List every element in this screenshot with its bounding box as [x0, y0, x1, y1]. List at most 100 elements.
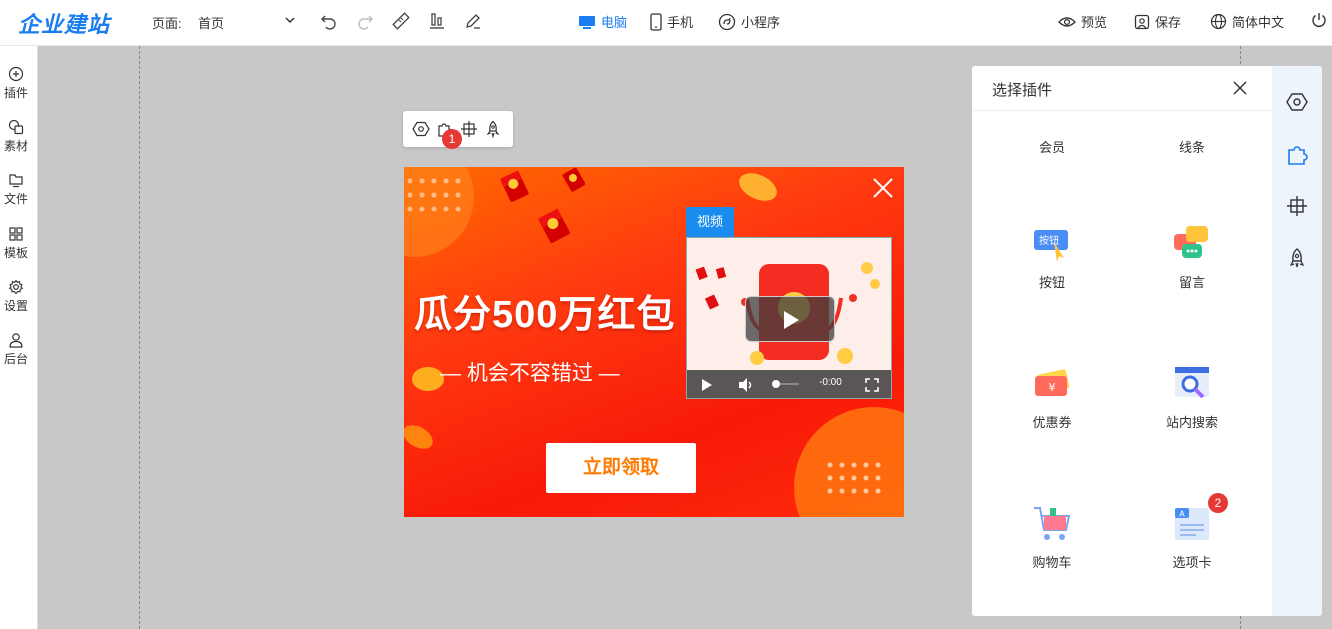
sidebar-item-files[interactable]: 文件: [0, 172, 32, 207]
language-select[interactable]: 简体中文: [1210, 12, 1284, 31]
rocket-icon[interactable]: [484, 120, 502, 138]
sidebar-item-backend[interactable]: 后台: [0, 332, 32, 367]
device-miniprogram-label: 小程序: [741, 15, 781, 30]
banner-subtitle: — 机会不容错过 —: [440, 362, 620, 385]
video-time: -0:00: [819, 377, 842, 388]
plugin-label: 线条: [1178, 140, 1205, 155]
sidebar-item-label: 模板: [3, 246, 28, 260]
gear-icon: [8, 279, 24, 295]
plugin-message[interactable]: 留言: [1132, 224, 1252, 291]
sidebar-item-label: 后台: [3, 352, 28, 366]
volume-icon[interactable]: [737, 377, 755, 393]
notification-badge: 2: [1208, 493, 1228, 513]
coupon-plugin-icon: ¥: [1032, 364, 1072, 404]
message-plugin-icon: [1172, 224, 1212, 264]
plugin-label: 站内搜索: [1165, 415, 1218, 430]
plugin-label: 会员: [1038, 140, 1065, 155]
promo-banner[interactable]: 瓜分500万红包 — 机会不容错过 — 立即领取 视频 -0:00: [404, 167, 904, 517]
video-controls: -0:00: [687, 370, 891, 398]
button-plugin-icon-text: 按钮: [1039, 236, 1059, 247]
plugin-label: 按钮: [1038, 275, 1065, 290]
plugin-button[interactable]: 按钮 按钮: [992, 224, 1112, 291]
save-button[interactable]: 保存: [1134, 12, 1181, 31]
sidebar-item-label: 素材: [3, 139, 28, 153]
chevron-down-icon[interactable]: [282, 12, 298, 28]
left-sidebar: 插件 素材 文件 模板 设置 后台: [0, 46, 38, 629]
plugin-site-search[interactable]: 站内搜索: [1132, 364, 1252, 431]
close-icon[interactable]: [1232, 80, 1248, 96]
panel-header: 选择插件: [972, 66, 1272, 111]
redo-icon[interactable]: [355, 11, 375, 31]
play-icon[interactable]: [701, 378, 713, 392]
language-label: 简体中文: [1232, 15, 1285, 30]
device-mobile-tab[interactable]: 手机: [650, 12, 693, 31]
sidebar-item-templates[interactable]: 模板: [0, 226, 32, 261]
plugin-cart[interactable]: 购物车: [992, 504, 1112, 571]
plus-circle-icon: [8, 66, 24, 82]
plugin-label: 选项卡: [1172, 555, 1212, 570]
svg-text:¥: ¥: [1049, 381, 1056, 394]
sidebar-item-settings[interactable]: 设置: [0, 279, 32, 314]
preview-label: 预览: [1081, 15, 1108, 30]
plugin-panel: 选择插件 会员 线条 按钮 按钮 留言 ¥ 优惠券 站内搜索 购物车 A 选项卡…: [972, 66, 1272, 616]
edit-icon[interactable]: [463, 11, 483, 31]
notification-badge: 1: [442, 129, 462, 149]
search-plugin-icon: [1172, 364, 1212, 404]
move-icon[interactable]: [1286, 195, 1308, 217]
user-icon: [9, 333, 23, 348]
plugin-member[interactable]: 会员: [992, 137, 1112, 156]
miniprogram-icon: [718, 13, 736, 30]
panel-side-tabs: [1272, 66, 1322, 616]
plugin-coupon[interactable]: ¥ 优惠券: [992, 364, 1112, 431]
plugin-label: 优惠券: [1032, 415, 1072, 430]
claim-button[interactable]: 立即领取: [546, 443, 696, 493]
align-bottom-icon[interactable]: [427, 11, 447, 31]
cart-plugin-icon: [1032, 504, 1072, 544]
device-desktop-tab[interactable]: 电脑: [578, 12, 627, 31]
mobile-icon: [650, 12, 662, 31]
device-mobile-label: 手机: [667, 15, 694, 30]
close-icon[interactable]: [870, 175, 896, 201]
device-miniprogram-tab[interactable]: 小程序: [718, 12, 780, 31]
sidebar-item-label: 设置: [3, 299, 28, 313]
rocket-icon[interactable]: [1286, 247, 1308, 269]
app-logo[interactable]: 企业建站: [18, 7, 110, 39]
sidebar-item-material[interactable]: 素材: [0, 119, 32, 154]
undo-icon[interactable]: [319, 11, 339, 31]
sidebar-item-label: 插件: [3, 86, 28, 100]
tabs-plugin-icon: A: [1172, 504, 1212, 544]
desktop-icon: [579, 15, 595, 29]
hexagon-icon[interactable]: [412, 120, 430, 138]
element-toolbar: 1: [403, 111, 513, 149]
progress-handle[interactable]: [772, 380, 780, 388]
sidebar-item-label: 文件: [3, 192, 28, 206]
plugin-label: 购物车: [1032, 555, 1072, 570]
banner-title: 瓜分500万红包: [414, 294, 676, 336]
preview-button[interactable]: 预览: [1058, 12, 1107, 31]
guide-line-left: [139, 46, 140, 629]
hexagon-icon[interactable]: [1286, 91, 1308, 113]
fullscreen-icon[interactable]: [865, 378, 879, 392]
move-icon[interactable]: [460, 120, 478, 138]
plugin-line[interactable]: 线条: [1132, 137, 1252, 156]
top-bar: 企业建站 页面: 首页 电脑 手机 小程序 预览 保存 简体中文: [0, 0, 1332, 46]
power-icon[interactable]: [1310, 11, 1328, 29]
play-icon: [784, 311, 799, 329]
video-tag: 视频: [686, 207, 734, 237]
sidebar-item-plugins[interactable]: 插件: [0, 66, 32, 101]
plugin-tabs[interactable]: A 选项卡: [1132, 504, 1252, 571]
puzzle-icon[interactable]: [1286, 142, 1310, 166]
ruler-icon[interactable]: [391, 11, 411, 31]
save-icon: [1134, 14, 1150, 29]
globe-icon: [1210, 13, 1227, 30]
svg-text:A: A: [1179, 510, 1185, 519]
save-label: 保存: [1155, 15, 1182, 30]
grid-icon: [9, 227, 23, 241]
video-player[interactable]: -0:00: [686, 237, 892, 399]
page-label: 页面:: [152, 16, 182, 31]
plugin-label: 留言: [1178, 275, 1205, 290]
device-desktop-label: 电脑: [601, 15, 628, 30]
play-overlay-button[interactable]: [745, 296, 835, 342]
page-select-value[interactable]: 首页: [198, 13, 224, 32]
folder-icon: [9, 174, 23, 188]
